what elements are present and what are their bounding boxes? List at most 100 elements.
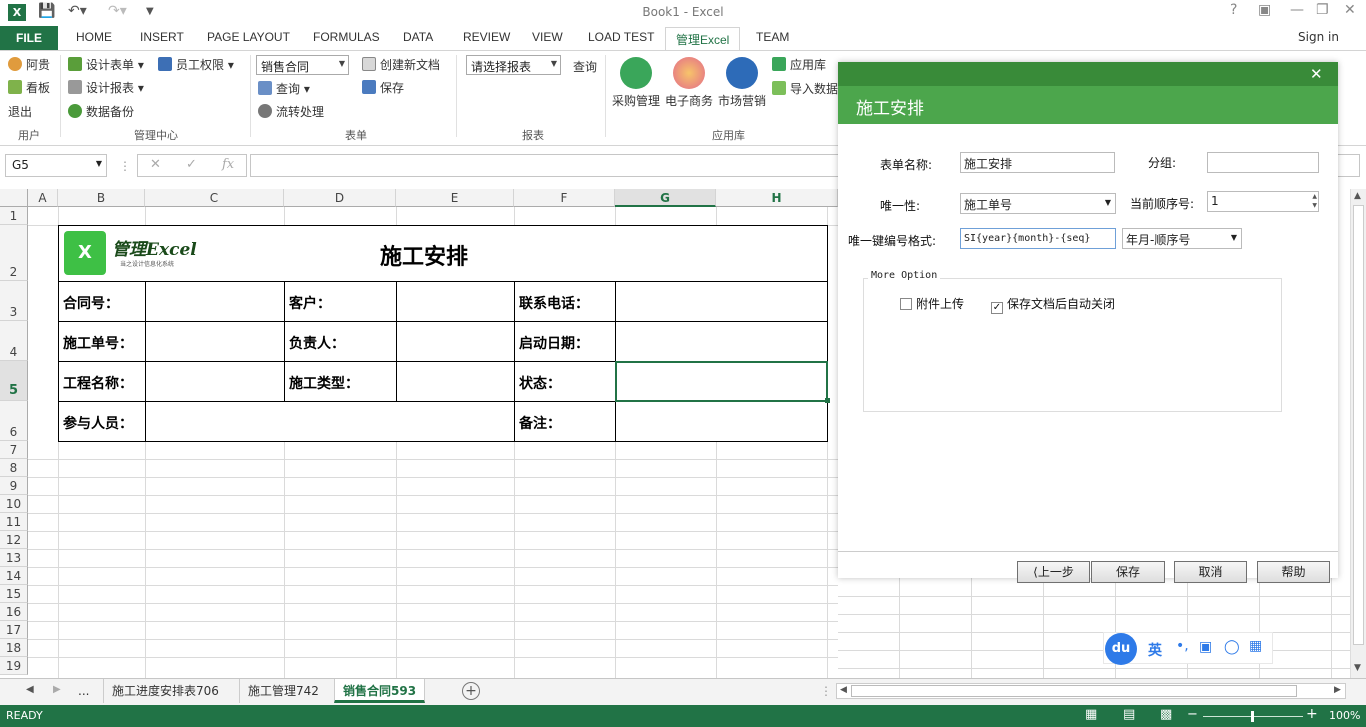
cancel-button[interactable]: 取消 bbox=[1174, 561, 1247, 583]
row-header[interactable]: 18 bbox=[0, 639, 28, 657]
report-query-button[interactable]: 查询 bbox=[573, 58, 597, 75]
column-header[interactable]: C bbox=[145, 189, 284, 207]
add-sheet-icon[interactable]: + bbox=[462, 682, 480, 700]
row-header[interactable]: 12 bbox=[0, 531, 28, 549]
zoom-out-icon[interactable]: − bbox=[1187, 707, 1198, 722]
sheet-tab-more[interactable]: ... bbox=[70, 679, 97, 703]
app-library-button[interactable]: 应用库 bbox=[772, 56, 826, 73]
column-header[interactable]: E bbox=[396, 189, 514, 207]
zoom-in-icon[interactable]: + bbox=[1306, 706, 1318, 722]
purchase-button[interactable]: 采购管理 bbox=[612, 92, 660, 109]
format-field[interactable]: SI{year}{month}-{seq} bbox=[960, 228, 1116, 249]
tab-view[interactable]: VIEW bbox=[532, 30, 563, 44]
scroll-thumb[interactable] bbox=[851, 685, 1297, 697]
normal-view-icon[interactable]: ▦ bbox=[1085, 707, 1097, 722]
horizontal-scrollbar[interactable]: ◀ ▶ bbox=[836, 683, 1346, 699]
query-button[interactable]: 查询 ▾ bbox=[258, 80, 310, 97]
logout-button[interactable]: 退出 bbox=[8, 103, 32, 120]
select-all-corner[interactable] bbox=[0, 189, 28, 207]
tab-load-test[interactable]: LOAD TEST bbox=[588, 30, 654, 44]
save-button[interactable]: 保存 bbox=[1091, 561, 1165, 583]
zoom-level[interactable]: 100% bbox=[1329, 709, 1360, 722]
row-header[interactable]: 3 bbox=[0, 281, 28, 321]
ime-toolbar[interactable]: du 英 •, ▣ ◯ ▦ bbox=[1103, 632, 1273, 665]
tab-team[interactable]: TEAM bbox=[756, 30, 789, 44]
toolbox-icon[interactable]: ▣ bbox=[1199, 639, 1212, 655]
tab-file[interactable]: FILE bbox=[0, 26, 58, 50]
group-field[interactable] bbox=[1207, 152, 1319, 173]
ribbon-display-icon[interactable]: ▣ bbox=[1258, 2, 1271, 18]
row-header[interactable]: 17 bbox=[0, 621, 28, 639]
check-icon[interactable]: ✓ bbox=[186, 157, 197, 172]
punctuation-icon[interactable]: •, bbox=[1176, 638, 1189, 654]
employee-permission-button[interactable]: 员工权限 ▾ bbox=[158, 56, 234, 73]
row-header[interactable]: 2 bbox=[0, 225, 28, 281]
ecommerce-button[interactable]: 电子商务 bbox=[665, 92, 713, 109]
row-header[interactable]: 8 bbox=[0, 459, 28, 477]
form-select[interactable]: 销售合同 ▼ bbox=[256, 55, 349, 75]
sheet-tab-active[interactable]: 销售合同593 bbox=[334, 679, 426, 703]
prev-sheet-icon[interactable]: ◀ bbox=[26, 684, 34, 695]
sign-in-link[interactable]: Sign in bbox=[1298, 30, 1339, 44]
tab-manage-excel[interactable]: 管理Excel bbox=[665, 27, 741, 50]
tab-insert[interactable]: INSERT bbox=[140, 30, 184, 44]
design-report-button[interactable]: 设计报表 ▾ bbox=[68, 79, 144, 96]
tab-data[interactable]: DATA bbox=[403, 30, 433, 44]
scroll-right-icon[interactable]: ▶ bbox=[1334, 685, 1341, 695]
name-box[interactable]: G5 ▼ bbox=[5, 154, 107, 177]
data-backup-button[interactable]: 数据备份 bbox=[68, 103, 134, 120]
prev-button[interactable]: ⟨上一步 bbox=[1017, 561, 1090, 583]
tab-review[interactable]: REVIEW bbox=[463, 30, 510, 44]
auto-close-checkbox[interactable]: ✓ 保存文档后自动关闭 bbox=[991, 295, 1115, 314]
zoom-slider-thumb[interactable] bbox=[1251, 711, 1254, 722]
ime-mode-icon[interactable]: 英 bbox=[1148, 640, 1162, 660]
user-icon[interactable]: ◯ bbox=[1224, 639, 1240, 655]
report-select[interactable]: 请选择报表 ▼ bbox=[466, 55, 561, 75]
sheet-tab[interactable]: 施工管理742 bbox=[239, 679, 327, 703]
scroll-down-icon[interactable]: ▼ bbox=[1354, 663, 1361, 673]
page-layout-view-icon[interactable]: ▤ bbox=[1123, 707, 1135, 722]
tab-formulas[interactable]: FORMULAS bbox=[313, 30, 380, 44]
row-header[interactable]: 19 bbox=[0, 657, 28, 675]
row-header[interactable]: 14 bbox=[0, 567, 28, 585]
fill-handle[interactable] bbox=[825, 398, 830, 403]
checkbox-unchecked-icon[interactable] bbox=[900, 298, 912, 310]
dashboard-button[interactable]: 看板 bbox=[8, 79, 50, 96]
checkbox-checked-icon[interactable]: ✓ bbox=[991, 302, 1003, 314]
row-header[interactable]: 7 bbox=[0, 441, 28, 459]
new-document-button[interactable]: 创建新文档 bbox=[362, 56, 440, 73]
function-icon[interactable]: fx bbox=[222, 157, 234, 172]
page-break-view-icon[interactable]: ▩ bbox=[1160, 707, 1172, 722]
row-header[interactable]: 4 bbox=[0, 321, 28, 361]
column-header[interactable]: G bbox=[615, 189, 716, 207]
minimize-icon[interactable]: — bbox=[1290, 2, 1304, 18]
stepper-arrows-icon[interactable]: ▲ ▼ bbox=[1312, 192, 1317, 210]
column-header[interactable]: A bbox=[28, 189, 58, 207]
scroll-thumb[interactable] bbox=[1353, 205, 1364, 645]
vertical-scrollbar[interactable]: ▲ ▼ bbox=[1350, 189, 1366, 678]
marketing-button[interactable]: 市场营销 bbox=[718, 92, 766, 109]
cancel-icon[interactable]: ✕ bbox=[150, 157, 161, 172]
close-icon[interactable]: ✕ bbox=[1310, 65, 1323, 83]
restore-icon[interactable]: ❐ bbox=[1316, 2, 1329, 18]
worksheet-grid-right[interactable] bbox=[838, 578, 1350, 678]
help-icon[interactable]: ? bbox=[1230, 2, 1237, 18]
baidu-ime-icon[interactable]: du bbox=[1105, 633, 1137, 665]
seq-stepper[interactable]: 1 ▲ ▼ bbox=[1207, 191, 1319, 212]
workflow-button[interactable]: 流转处理 bbox=[258, 103, 324, 120]
column-header[interactable]: H bbox=[716, 189, 838, 207]
worksheet-grid[interactable]: A B C D E F G H 1 2 3 4 5 6 7 8 9 10 11 … bbox=[0, 189, 838, 678]
row-header[interactable]: 9 bbox=[0, 477, 28, 495]
grid-menu-icon[interactable]: ▦ bbox=[1249, 638, 1262, 654]
row-header[interactable]: 11 bbox=[0, 513, 28, 531]
import-data-button[interactable]: 导入数据 bbox=[772, 80, 838, 97]
form-name-field[interactable]: 施工安排 bbox=[960, 152, 1115, 173]
user-button[interactable]: 阿贵 bbox=[8, 56, 50, 73]
scroll-left-icon[interactable]: ◀ bbox=[840, 685, 847, 695]
tab-page-layout[interactable]: PAGE LAYOUT bbox=[207, 30, 290, 44]
column-header[interactable]: F bbox=[514, 189, 615, 207]
save-doc-button[interactable]: 保存 bbox=[362, 79, 404, 96]
help-button[interactable]: 帮助 bbox=[1257, 561, 1330, 583]
tab-home[interactable]: HOME bbox=[76, 30, 112, 44]
column-header[interactable]: D bbox=[284, 189, 396, 207]
